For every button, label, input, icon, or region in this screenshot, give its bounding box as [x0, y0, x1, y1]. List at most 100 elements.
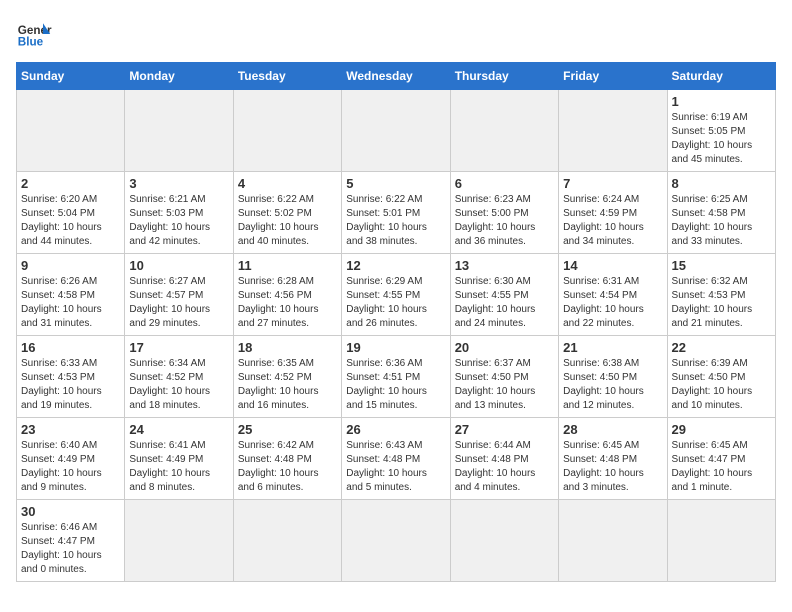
weekday-header-monday: Monday	[125, 63, 233, 90]
day-number: 21	[563, 340, 662, 355]
calendar-cell: 8 Sunrise: 6:25 AM Sunset: 4:58 PM Daylig…	[667, 172, 775, 254]
day-number: 30	[21, 504, 120, 519]
day-number: 4	[238, 176, 337, 191]
calendar-cell	[450, 90, 558, 172]
day-number: 2	[21, 176, 120, 191]
calendar-cell	[667, 500, 775, 582]
calendar-cell	[125, 500, 233, 582]
calendar-cell	[559, 90, 667, 172]
day-number: 24	[129, 422, 228, 437]
day-number: 11	[238, 258, 337, 273]
day-info: Sunrise: 6:39 AM Sunset: 4:50 PM Dayligh…	[672, 357, 771, 413]
day-number: 29	[672, 422, 771, 437]
calendar-cell: 29 Sunrise: 6:45 AM Sunset: 4:47 PM Dayli…	[667, 418, 775, 500]
calendar-cell: 20Sunrise: 6:37 AM Sunset: 4:50 PM Dayli…	[450, 336, 558, 418]
day-number: 16	[21, 340, 120, 355]
calendar-cell	[559, 500, 667, 582]
calendar-cell: 17 Sunrise: 6:34 AM Sunset: 4:52 PM Dayli…	[125, 336, 233, 418]
day-number: 23	[21, 422, 120, 437]
day-number: 17	[129, 340, 228, 355]
day-info: Sunrise: 6:43 AM Sunset: 4:48 PM Dayligh…	[346, 439, 445, 495]
day-info: Sunrise: 6:36 AM Sunset: 4:51 PM Dayligh…	[346, 357, 445, 413]
day-number: 10	[129, 258, 228, 273]
day-number: 15	[672, 258, 771, 273]
calendar-cell: 4 Sunrise: 6:22 AM Sunset: 5:02 PM Daylig…	[233, 172, 341, 254]
weekday-header-tuesday: Tuesday	[233, 63, 341, 90]
calendar-cell: 12Sunrise: 6:29 AM Sunset: 4:55 PM Dayli…	[342, 254, 450, 336]
day-number: 19	[346, 340, 445, 355]
calendar-cell	[125, 90, 233, 172]
day-info: Sunrise: 6:45 AM Sunset: 4:47 PM Dayligh…	[672, 439, 771, 495]
day-number: 7	[563, 176, 662, 191]
day-number: 8	[672, 176, 771, 191]
day-info: Sunrise: 6:34 AM Sunset: 4:52 PM Dayligh…	[129, 357, 228, 413]
day-info: Sunrise: 6:46 AM Sunset: 4:47 PM Dayligh…	[21, 521, 120, 577]
calendar-cell: 16 Sunrise: 6:33 AM Sunset: 4:53 PM Dayli…	[17, 336, 125, 418]
day-info: Sunrise: 6:31 AM Sunset: 4:54 PM Dayligh…	[563, 275, 662, 331]
calendar-cell: 5 Sunrise: 6:22 AM Sunset: 5:01 PM Daylig…	[342, 172, 450, 254]
day-info: Sunrise: 6:32 AM Sunset: 4:53 PM Dayligh…	[672, 275, 771, 331]
day-info: Sunrise: 6:21 AM Sunset: 5:03 PM Dayligh…	[129, 193, 228, 249]
day-number: 25	[238, 422, 337, 437]
day-info: Sunrise: 6:38 AM Sunset: 4:50 PM Dayligh…	[563, 357, 662, 413]
calendar-cell: 27 Sunrise: 6:44 AM Sunset: 4:48 PM Dayli…	[450, 418, 558, 500]
calendar-cell: 2 Sunrise: 6:20 AM Sunset: 5:04 PM Daylig…	[17, 172, 125, 254]
weekday-header-sunday: Sunday	[17, 63, 125, 90]
day-info: Sunrise: 6:26 AM Sunset: 4:58 PM Dayligh…	[21, 275, 120, 331]
weekday-header-thursday: Thursday	[450, 63, 558, 90]
calendar-cell: 22 Sunrise: 6:39 AM Sunset: 4:50 PM Dayli…	[667, 336, 775, 418]
day-number: 14	[563, 258, 662, 273]
day-info: Sunrise: 6:25 AM Sunset: 4:58 PM Dayligh…	[672, 193, 771, 249]
day-info: Sunrise: 6:41 AM Sunset: 4:49 PM Dayligh…	[129, 439, 228, 495]
calendar-cell: 7 Sunrise: 6:24 AM Sunset: 4:59 PM Daylig…	[559, 172, 667, 254]
calendar-cell: 15 Sunrise: 6:32 AM Sunset: 4:53 PM Dayli…	[667, 254, 775, 336]
day-number: 5	[346, 176, 445, 191]
day-number: 22	[672, 340, 771, 355]
calendar-cell	[17, 90, 125, 172]
day-info: Sunrise: 6:22 AM Sunset: 5:02 PM Dayligh…	[238, 193, 337, 249]
calendar-cell: 14 Sunrise: 6:31 AM Sunset: 4:54 PM Dayli…	[559, 254, 667, 336]
calendar-cell: 9 Sunrise: 6:26 AM Sunset: 4:58 PM Daylig…	[17, 254, 125, 336]
calendar-cell	[450, 500, 558, 582]
calendar-cell	[342, 500, 450, 582]
day-info: Sunrise: 6:44 AM Sunset: 4:48 PM Dayligh…	[455, 439, 554, 495]
calendar-cell: 26 Sunrise: 6:43 AM Sunset: 4:48 PM Dayli…	[342, 418, 450, 500]
day-number: 6	[455, 176, 554, 191]
day-number: 18	[238, 340, 337, 355]
day-info: Sunrise: 6:40 AM Sunset: 4:49 PM Dayligh…	[21, 439, 120, 495]
calendar-cell	[233, 500, 341, 582]
logo: General Blue	[16, 16, 52, 52]
day-info: Sunrise: 6:28 AM Sunset: 4:56 PM Dayligh…	[238, 275, 337, 331]
day-number: 1	[672, 94, 771, 109]
day-info: Sunrise: 6:24 AM Sunset: 4:59 PM Dayligh…	[563, 193, 662, 249]
calendar-cell	[342, 90, 450, 172]
calendar-cell: 10Sunrise: 6:27 AM Sunset: 4:57 PM Dayli…	[125, 254, 233, 336]
calendar-table: SundayMondayTuesdayWednesdayThursdayFrid…	[16, 62, 776, 582]
day-info: Sunrise: 6:45 AM Sunset: 4:48 PM Dayligh…	[563, 439, 662, 495]
calendar-cell: 19 Sunrise: 6:36 AM Sunset: 4:51 PM Dayli…	[342, 336, 450, 418]
day-info: Sunrise: 6:42 AM Sunset: 4:48 PM Dayligh…	[238, 439, 337, 495]
day-number: 9	[21, 258, 120, 273]
day-info: Sunrise: 6:35 AM Sunset: 4:52 PM Dayligh…	[238, 357, 337, 413]
day-number: 12	[346, 258, 445, 273]
day-info: Sunrise: 6:37 AM Sunset: 4:50 PM Dayligh…	[455, 357, 554, 413]
day-info: Sunrise: 6:22 AM Sunset: 5:01 PM Dayligh…	[346, 193, 445, 249]
day-number: 26	[346, 422, 445, 437]
calendar-cell: 18 Sunrise: 6:35 AM Sunset: 4:52 PM Dayli…	[233, 336, 341, 418]
weekday-header-friday: Friday	[559, 63, 667, 90]
day-info: Sunrise: 6:20 AM Sunset: 5:04 PM Dayligh…	[21, 193, 120, 249]
weekday-header-saturday: Saturday	[667, 63, 775, 90]
day-number: 27	[455, 422, 554, 437]
day-info: Sunrise: 6:30 AM Sunset: 4:55 PM Dayligh…	[455, 275, 554, 331]
page-header: General Blue	[16, 16, 776, 52]
day-info: Sunrise: 6:23 AM Sunset: 5:00 PM Dayligh…	[455, 193, 554, 249]
logo-icon: General Blue	[16, 16, 52, 52]
calendar-cell: 25 Sunrise: 6:42 AM Sunset: 4:48 PM Dayli…	[233, 418, 341, 500]
calendar-cell: 28Sunrise: 6:45 AM Sunset: 4:48 PM Dayli…	[559, 418, 667, 500]
calendar-cell	[233, 90, 341, 172]
calendar-cell: 6 Sunrise: 6:23 AM Sunset: 5:00 PM Daylig…	[450, 172, 558, 254]
calendar-cell: 24 Sunrise: 6:41 AM Sunset: 4:49 PM Dayli…	[125, 418, 233, 500]
calendar-cell: 11 Sunrise: 6:28 AM Sunset: 4:56 PM Dayli…	[233, 254, 341, 336]
svg-text:Blue: Blue	[18, 36, 44, 49]
day-info: Sunrise: 6:33 AM Sunset: 4:53 PM Dayligh…	[21, 357, 120, 413]
